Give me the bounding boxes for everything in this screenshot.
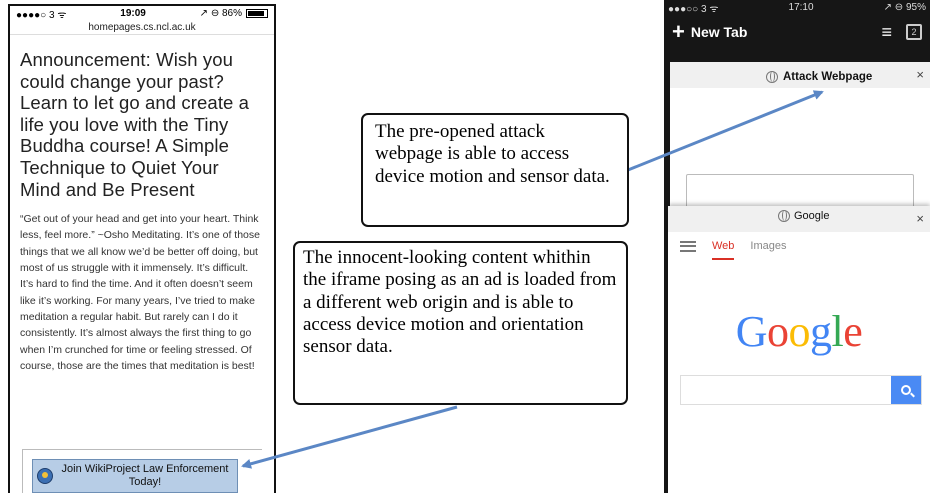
logo-letter: e — [843, 307, 863, 356]
right-phone-screenshot: ●●●○○ 3 ᯤ 17:10 ↗ ⊖ 95% + New Tab ≡ 2 At… — [664, 0, 930, 493]
status-bar: ●●●○○ 3 ᯤ 17:10 ↗ ⊖ 95% — [664, 0, 930, 15]
globe-icon — [778, 210, 790, 222]
close-icon[interactable]: × — [916, 67, 924, 82]
status-time: 17:10 — [788, 2, 814, 13]
carrier-signal: ●●●○○ 3 ᯤ — [668, 3, 719, 15]
battery-group: ↗ ⊖ 86% — [200, 8, 268, 19]
callout-iframe-ad: The innocent-looking content whithin the… — [293, 241, 628, 405]
status-time: 19:09 — [120, 8, 146, 19]
search-input[interactable] — [681, 376, 891, 404]
logo-letter: o — [788, 307, 811, 356]
menu-icon[interactable]: ≡ — [881, 22, 892, 43]
tab-google[interactable]: Google — [778, 210, 829, 222]
article-heading: Announcement: Wish you could change your… — [20, 49, 250, 200]
address-bar[interactable]: homepages.cs.ncl.ac.uk — [10, 21, 274, 35]
close-icon[interactable]: × — [916, 211, 924, 226]
tab-switcher-toolbar: + New Tab ≡ 2 — [664, 15, 930, 49]
left-phone-screenshot: ●●●●○ 3 ᯤ 19:09 ↗ ⊖ 86% homepages.cs.ncl… — [8, 4, 276, 493]
tab-title: Attack Webpage — [783, 70, 873, 83]
battery-percent: ↗ ⊖ 95% — [883, 2, 926, 13]
google-nav: Web Images — [668, 232, 930, 260]
callout-attack-webpage: The pre-opened attack webpage is able to… — [361, 113, 629, 227]
tab-strip: Google × — [668, 206, 930, 232]
wikiproject-icon — [37, 468, 53, 484]
google-search-box — [680, 375, 922, 405]
article: Announcement: Wish you could change your… — [10, 49, 274, 374]
globe-icon — [766, 70, 778, 83]
tab-strip: Attack Webpage × — [670, 62, 930, 88]
logo-letter: l — [831, 307, 844, 356]
battery-icon — [246, 9, 268, 18]
google-tab-card[interactable]: Google × Web Images Google — [668, 206, 930, 493]
nav-web[interactable]: Web — [712, 240, 735, 260]
battery-percent: ↗ ⊖ 86% — [199, 8, 242, 19]
status-bar: ●●●●○ 3 ᯤ 19:09 ↗ ⊖ 86% — [10, 6, 274, 21]
new-tab-button[interactable]: New Tab — [691, 24, 882, 40]
plus-icon[interactable]: + — [672, 21, 685, 43]
search-button[interactable] — [891, 376, 921, 404]
search-icon — [901, 385, 911, 395]
google-logo: Google — [668, 306, 930, 357]
article-body: “Get out of your head and get into your … — [20, 213, 260, 372]
hamburger-icon[interactable] — [680, 240, 696, 252]
logo-letter: o — [767, 307, 789, 356]
ad-button[interactable]: Join WikiProject Law Enforcement Today! — [32, 459, 238, 493]
tab-title: Google — [794, 210, 830, 222]
ad-label: Join WikiProject Law Enforcement Today! — [61, 463, 229, 488]
logo-letter: G — [735, 307, 768, 356]
tab-count-button[interactable]: 2 — [906, 24, 922, 40]
tab-attack-webpage[interactable]: Attack Webpage — [754, 65, 904, 88]
carrier-signal: ●●●●○ 3 ᯤ — [16, 9, 67, 21]
nav-images[interactable]: Images — [750, 240, 786, 252]
logo-letter: g — [810, 307, 832, 356]
